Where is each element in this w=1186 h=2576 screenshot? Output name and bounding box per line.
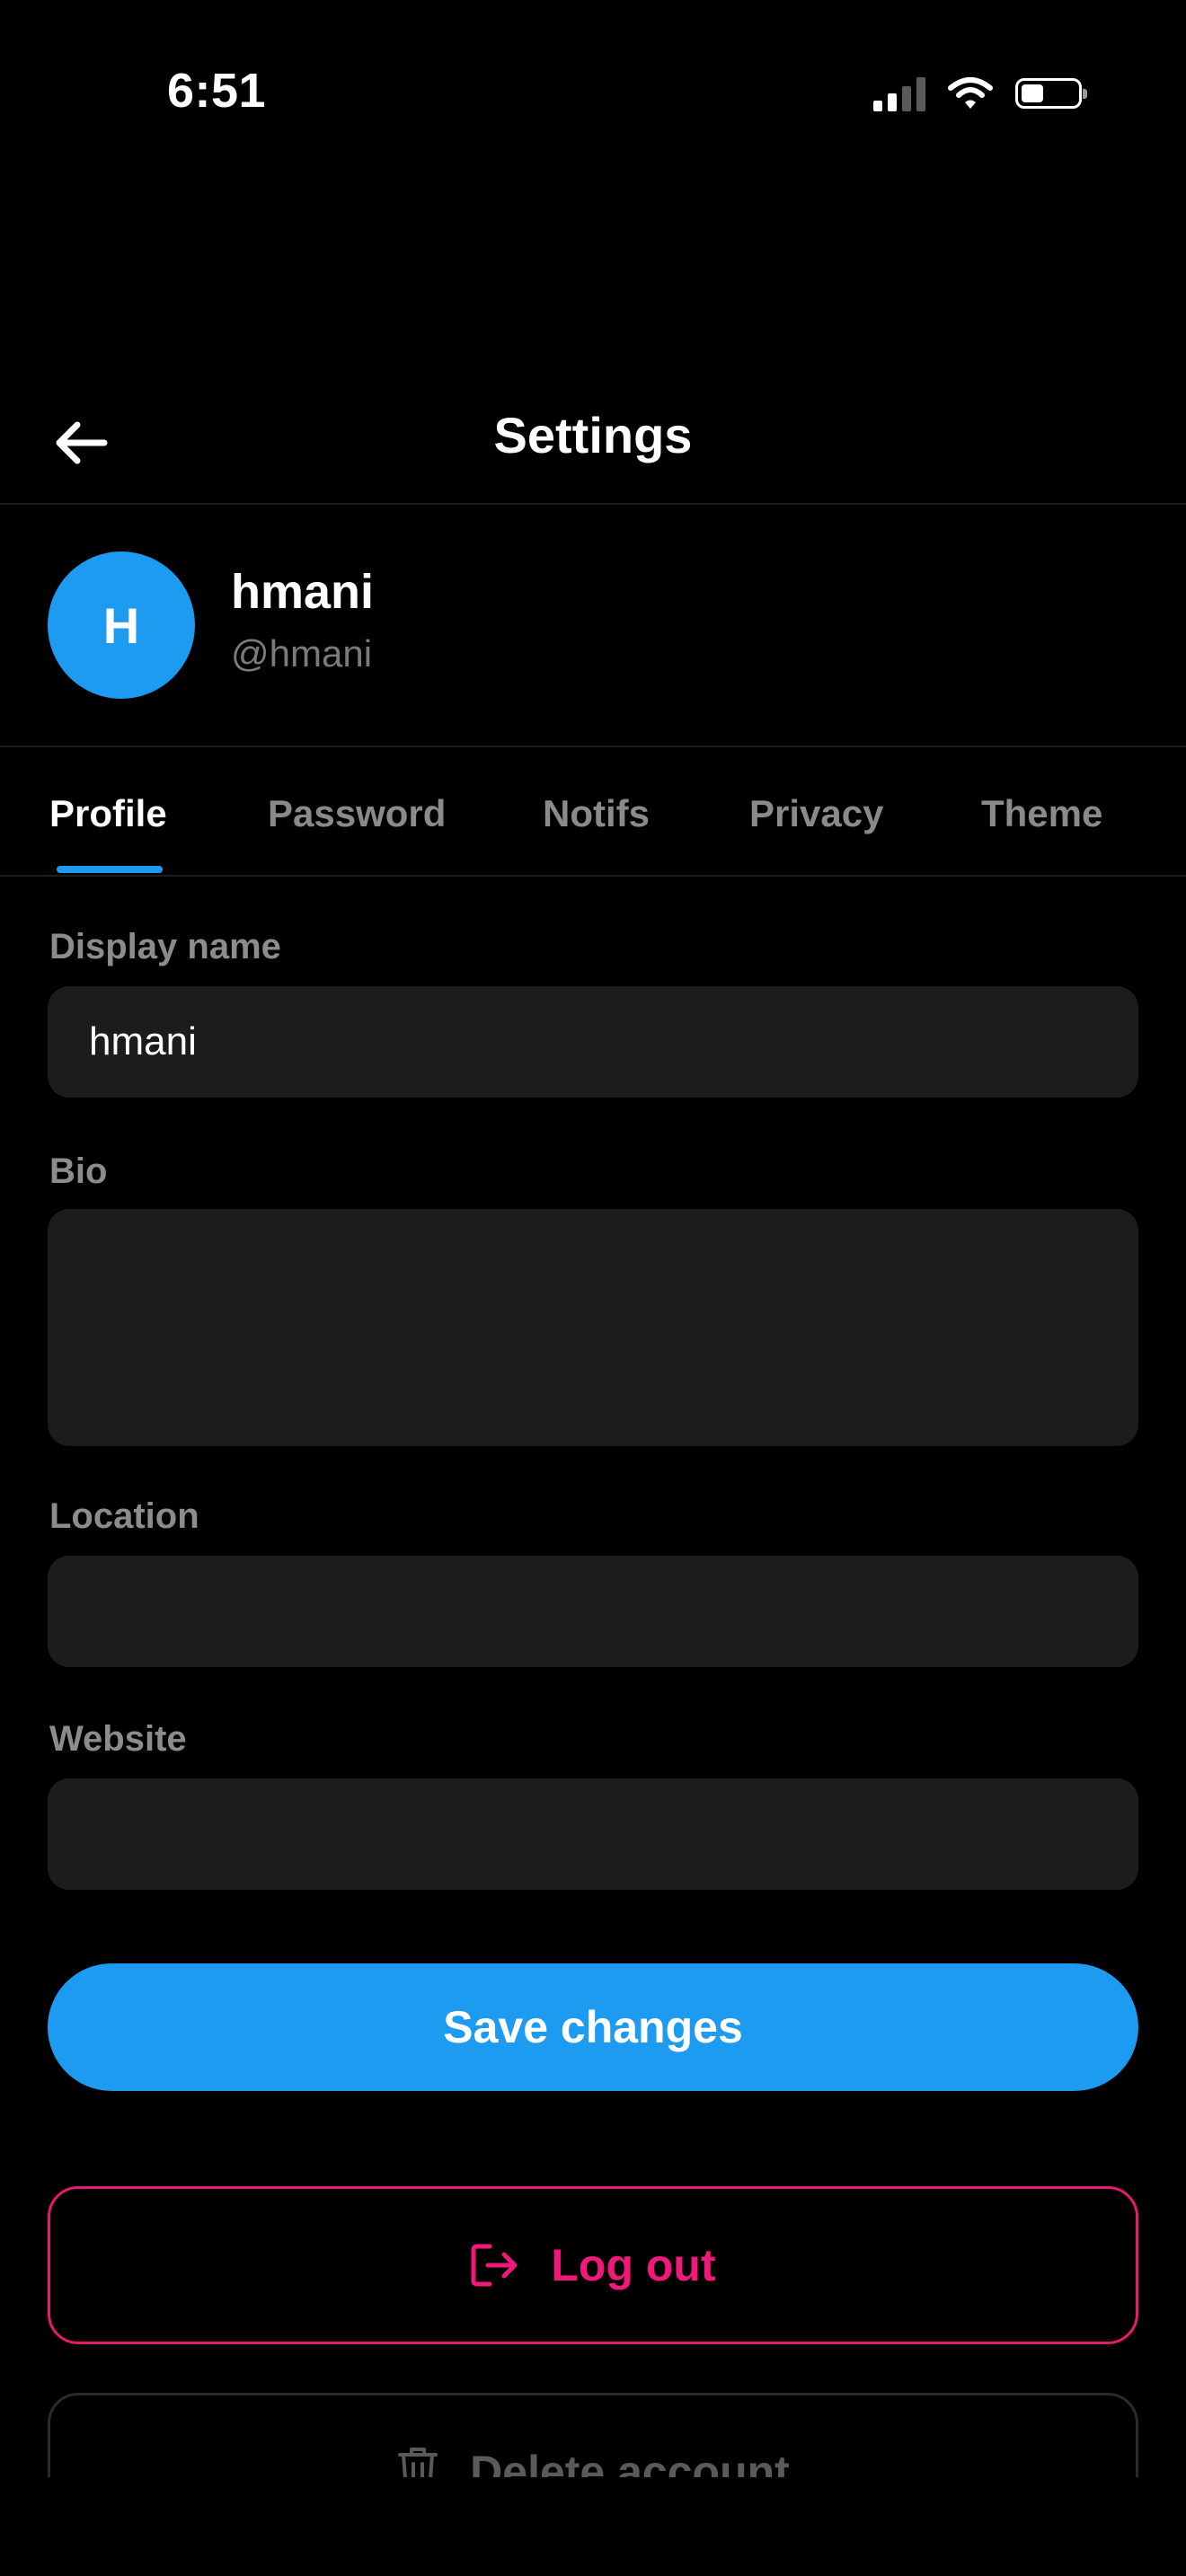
wifi-icon [948, 77, 993, 109]
location-field[interactable] [48, 1556, 1138, 1667]
tab-privacy[interactable]: Privacy [749, 792, 883, 835]
profile-header: H hmani @hmani [0, 505, 1186, 747]
battery-icon [1015, 78, 1087, 109]
page-title: Settings [493, 407, 693, 463]
tab-password[interactable]: Password [268, 792, 446, 835]
cellular-signal-icon [873, 75, 925, 111]
display-name-label: Display name [49, 927, 281, 966]
save-changes-button[interactable]: Save changes [48, 1963, 1138, 2091]
tab-theme[interactable]: Theme [981, 792, 1102, 835]
status-time: 6:51 [167, 64, 267, 118]
location-label: Location [49, 1496, 199, 1536]
bio-field[interactable] [48, 1209, 1138, 1446]
save-changes-label: Save changes [443, 2002, 743, 2052]
bio-label: Bio [49, 1151, 108, 1191]
bottom-overlay [0, 2477, 1186, 2576]
tab-notifs[interactable]: Notifs [543, 792, 650, 835]
logout-button[interactable]: Log out [48, 2186, 1138, 2344]
website-label: Website [49, 1719, 187, 1759]
website-field[interactable] [48, 1778, 1138, 1890]
profile-handle: @hmani [231, 632, 373, 675]
display-name-field[interactable]: hmani [48, 986, 1138, 1098]
avatar[interactable]: H [48, 551, 195, 699]
status-icons [873, 75, 1087, 111]
active-tab-indicator [57, 866, 163, 873]
logout-label: Log out [551, 2240, 716, 2290]
profile-name: hmani [231, 565, 375, 619]
tab-profile[interactable]: Profile [49, 792, 167, 835]
logout-icon [471, 2244, 518, 2287]
status-bar: 6:51 [0, 0, 1186, 144]
settings-tabs: Profile Password Notifs Privacy Theme [0, 747, 1186, 877]
nav-bar: Settings [0, 377, 1186, 505]
